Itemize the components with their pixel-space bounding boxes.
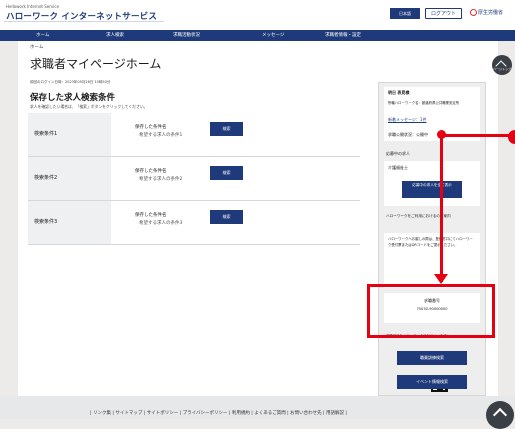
annotation-line [442,134,512,137]
search-button[interactable]: 検索 [210,122,243,136]
language-badge[interactable]: 日本語 [390,8,420,19]
ministry-logo[interactable]: 厚生労働省 [470,8,504,19]
row-condition-detail: 希望する求人の条件3 [139,221,183,226]
show-all-applied-button[interactable]: 応募中の求人を全て表示 [402,181,462,198]
public-status: 求職公開状況：公開中 [388,132,428,137]
applied-title: 応募中の求人 [386,151,410,156]
chevron-up-icon [492,407,508,423]
ministry-name: 厚生労働省 [478,10,504,16]
user-name: 明日 表見様 [388,90,410,95]
annotation-line [440,134,443,282]
user-info-card: 明日 表見様 所轄ハローワーク名：都道府県公共職業安定所 新着メッセージ：1件 … [384,87,480,141]
nav-user-settings[interactable]: 求職者情報・設定 [325,30,361,41]
hw-use-title: ハローワークをご利用におけるのご案内 [386,214,451,218]
annotation-marker [508,130,515,144]
table-row: 検索条件2 保存した条件名 希望する求人の条件2 検索 [28,157,360,201]
search-button[interactable]: 検索 [210,210,243,224]
page-top-label: ページトップ [493,67,511,71]
nav-home[interactable]: ホーム [36,30,49,41]
hw-use-text: ハローワークへお越しの際は、登録窓口にてハローワーク受付票またはQRコードをご提… [388,237,473,247]
user-side-panel: 明日 表見様 所轄ハローワーク名：都道府県公共職業安定所 新着メッセージ：1件 … [378,82,486,396]
row-label: 検索条件2 [28,157,111,200]
annotation-highlight-box [367,284,495,338]
nav-activity-status[interactable]: 求職活動状況 [173,30,200,41]
breadcrumb[interactable]: ホーム [30,44,43,50]
footer-links[interactable]: | リンク集 | サイトマップ | サイトポリシー | プライバシーポリシー |… [90,410,347,416]
annotation-dot [437,130,446,139]
row-label: 検索条件3 [28,201,111,244]
job-training-search-button[interactable]: 職業訓練検索 [397,351,467,365]
ministry-mark-icon [470,9,477,16]
logo-underline [4,21,164,22]
annotation-arrow-icon [434,274,448,284]
table-row: 検索条件1 保存した条件名 希望する求人の条件1 検索 [28,113,360,157]
global-nav: ホーム 求人検索 求職活動状況 メッセージ 求職者情報・設定 [0,30,515,41]
nav-job-search[interactable]: 求人検索 [106,30,124,41]
office-name: 所轄ハローワーク名：都道府県公共職業安定所 [388,101,460,105]
new-messages-link[interactable]: 新着メッセージ：1件 [388,117,426,123]
search-button[interactable]: 検索 [210,166,243,180]
page-title: 求職者マイページホーム [30,57,162,71]
row-condition-detail: 希望する求人の条件2 [139,177,183,182]
logout-button[interactable]: ログアウト [425,8,462,19]
applied-card: 介護福祉士 応募中の求人を全て表示 [384,161,480,206]
last-login: 前回のログイン日時：2023年09月26日 10時50分 [30,80,111,84]
row-condition-detail: 希望する求人の条件1 [139,133,183,138]
saved-search-subtitle: 求人を確認したい場合は、「検索」ボタンをクリックしてください。 [30,104,148,109]
nav-messages[interactable]: メッセージ [262,30,284,41]
page-top-button[interactable]: ページトップ [492,55,512,75]
applied-item[interactable]: 介護福祉士 [388,165,408,171]
logo-caption: Hellowork Internet Service [6,4,60,9]
row-label: 検索条件1 [28,113,111,156]
event-search-button[interactable]: イベント情報検索 [397,375,467,389]
scroll-up-button[interactable] [486,401,514,429]
saved-search-title: 保存した求人検索条件 [30,93,116,103]
row-condition-name: 保存した条件名 [135,169,167,174]
table-row: 検索条件3 保存した条件名 希望する求人の条件3 検索 [28,201,360,245]
row-condition-name: 保存した条件名 [135,213,167,218]
hw-use-card: ハローワークへお越しの際は、登録窓口にてハローワーク受付票またはQRコードをご提… [384,233,480,392]
row-condition-name: 保存した条件名 [135,125,167,130]
